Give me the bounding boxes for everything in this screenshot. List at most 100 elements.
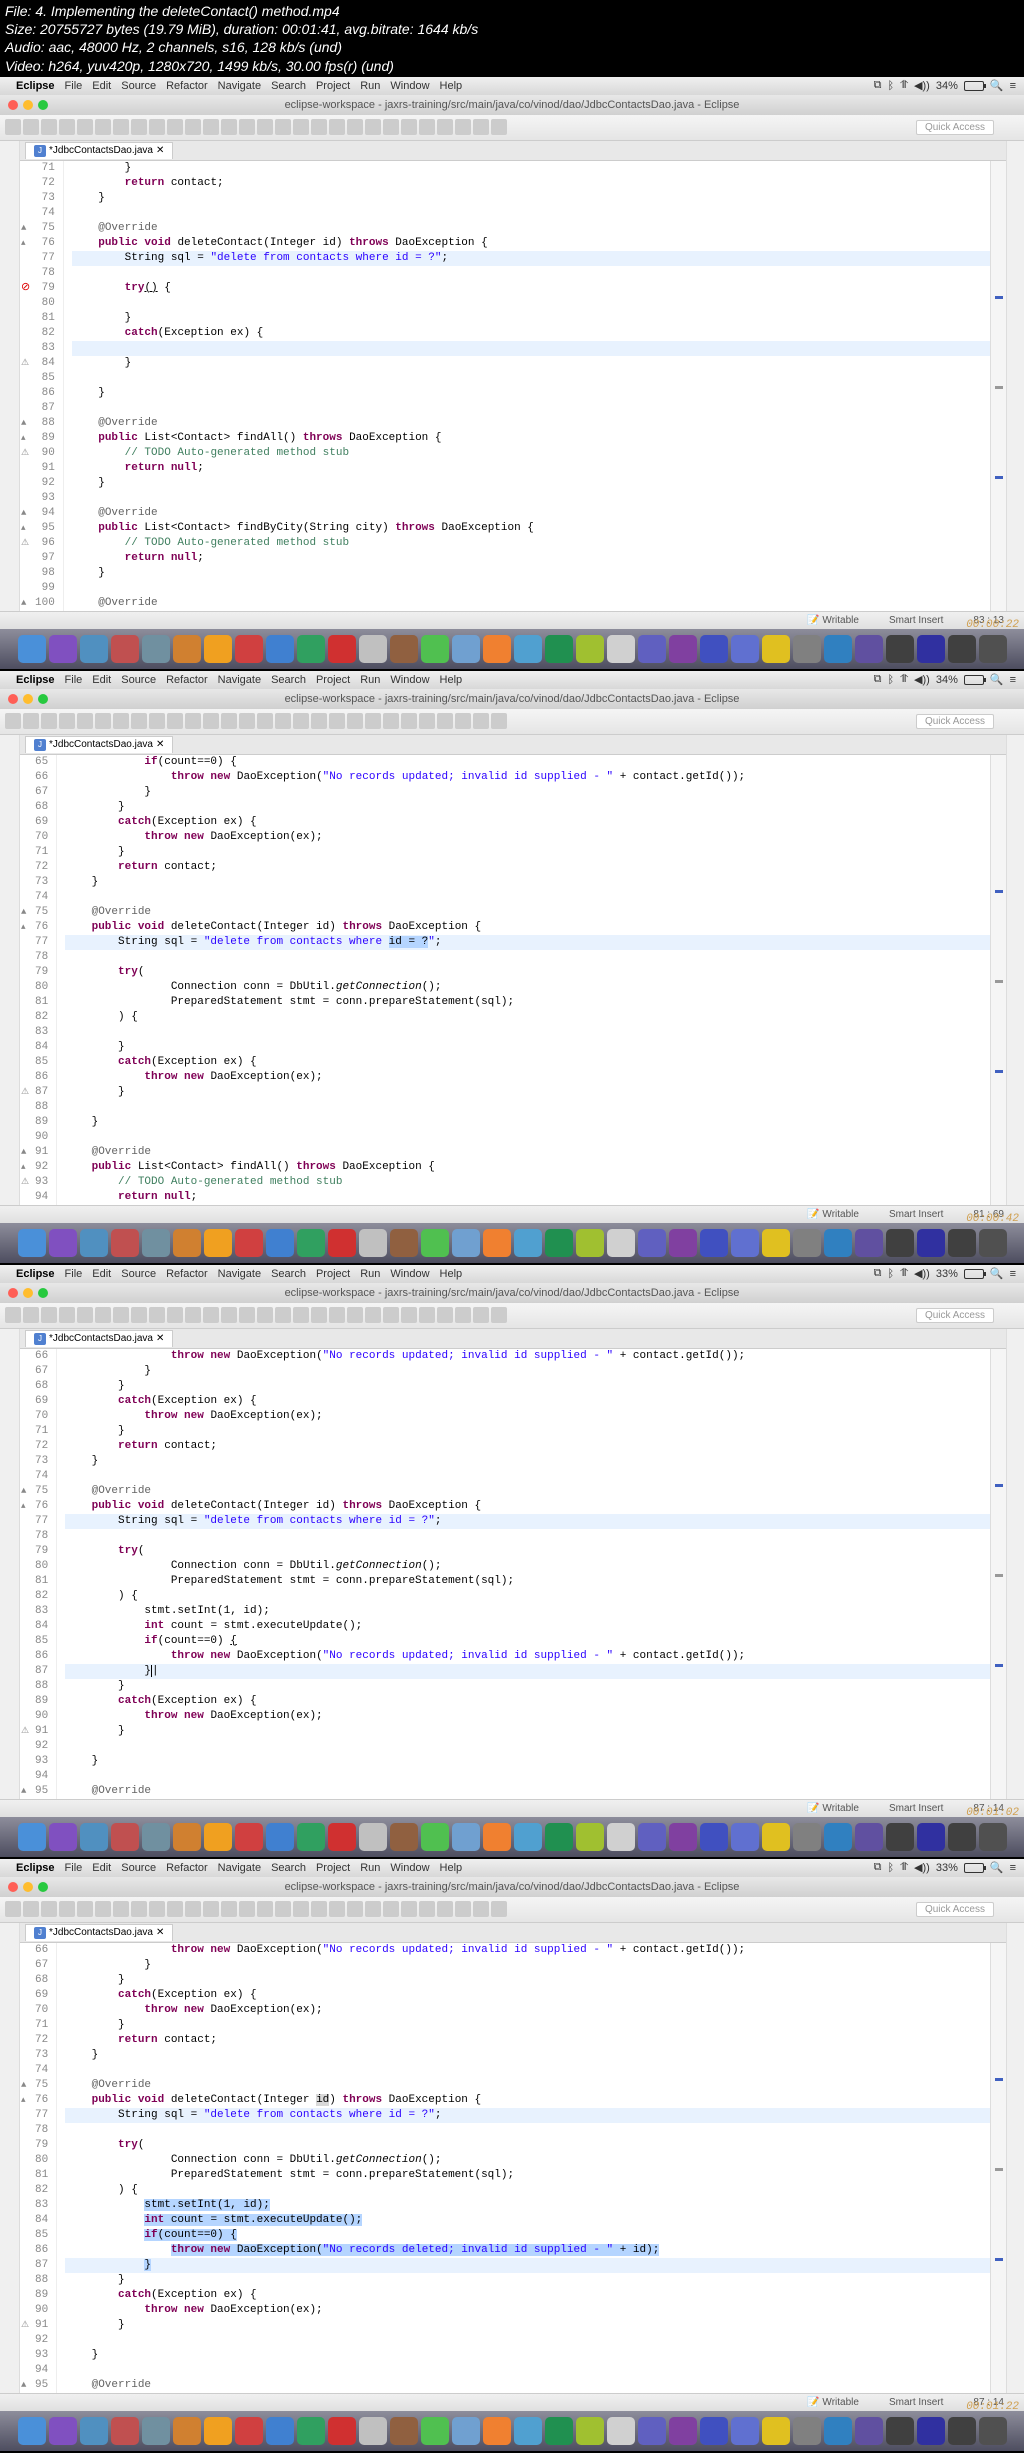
dock-app-27[interactable] xyxy=(855,635,883,663)
code-line[interactable] xyxy=(72,341,990,356)
bluetooth-icon[interactable]: ⧉ xyxy=(874,1861,882,1874)
toolbar-btn-7[interactable] xyxy=(131,1901,147,1917)
code-line[interactable] xyxy=(65,1130,990,1145)
tab-close-icon[interactable]: ✕ xyxy=(156,739,164,750)
menu-file[interactable]: File xyxy=(65,674,83,686)
minimize-icon[interactable] xyxy=(23,100,33,110)
code-line[interactable]: @Override xyxy=(65,2378,990,2393)
dock-app-5[interactable] xyxy=(173,635,201,663)
toolbar-btn-22[interactable] xyxy=(401,1307,417,1323)
dock-app-24[interactable] xyxy=(762,635,790,663)
bt-icon[interactable]: ᛒ xyxy=(887,80,894,92)
code-line[interactable]: // TODO Auto-generated method stub xyxy=(72,446,990,461)
wifi-icon[interactable]: ⥣ xyxy=(900,79,908,92)
code-line[interactable]: catch(Exception ex) { xyxy=(72,326,990,341)
toolbar-btn-16[interactable] xyxy=(293,1901,309,1917)
code-line[interactable]: } xyxy=(72,161,990,176)
code-line[interactable]: } xyxy=(65,1424,990,1439)
dock-app-14[interactable] xyxy=(452,635,480,663)
code-line[interactable]: } xyxy=(65,1958,990,1973)
toolbar-btn-4[interactable] xyxy=(77,1901,93,1917)
toolbar-btn-27[interactable] xyxy=(491,119,507,135)
toolbar-btn-25[interactable] xyxy=(455,713,471,729)
dock-app-14[interactable] xyxy=(452,2417,480,2445)
toolbar-btn-13[interactable] xyxy=(239,1307,255,1323)
toolbar-btn-18[interactable] xyxy=(329,713,345,729)
dock-app-15[interactable] xyxy=(483,1823,511,1851)
code-line[interactable] xyxy=(72,296,990,311)
code-line[interactable]: public void deleteContact(Integer id) th… xyxy=(72,236,990,251)
code-line[interactable]: String sql = "delete from contacts where… xyxy=(65,2108,990,2123)
code-line[interactable]: return null; xyxy=(65,1190,990,1205)
code-line[interactable]: return contact; xyxy=(65,1439,990,1454)
dock-app-13[interactable] xyxy=(421,635,449,663)
dock-app-0[interactable] xyxy=(18,1229,46,1257)
menu-help[interactable]: Help xyxy=(440,1862,463,1874)
dock-app-31[interactable] xyxy=(979,635,1007,663)
toolbar-btn-25[interactable] xyxy=(455,1307,471,1323)
dock-app-13[interactable] xyxy=(421,1229,449,1257)
code-line[interactable]: public void deleteContact(Integer id) th… xyxy=(65,2093,990,2108)
toolbar-btn-18[interactable] xyxy=(329,1901,345,1917)
code-line[interactable]: @Override xyxy=(65,2078,990,2093)
toolbar-btn-14[interactable] xyxy=(257,1307,273,1323)
toolbar-btn-15[interactable] xyxy=(275,119,291,135)
search-icon[interactable]: 🔍 xyxy=(990,673,1004,686)
code-line[interactable]: throw new DaoException("No records updat… xyxy=(65,1943,990,1958)
toolbar-btn-2[interactable] xyxy=(41,1307,57,1323)
menu-navigate[interactable]: Navigate xyxy=(218,1268,261,1280)
code-line[interactable]: } xyxy=(65,2048,990,2063)
dock-app-7[interactable] xyxy=(235,1229,263,1257)
toolbar-btn-16[interactable] xyxy=(293,119,309,135)
collapse-marker[interactable]: ▴ xyxy=(21,236,26,251)
code-editor[interactable]: 666768697071727374▲75▴767778798081828384… xyxy=(20,1943,1006,2393)
code-line[interactable] xyxy=(72,401,990,416)
dock-app-17[interactable] xyxy=(545,1229,573,1257)
dock-app-17[interactable] xyxy=(545,1823,573,1851)
code-line[interactable]: throw new DaoException("No records updat… xyxy=(65,1349,990,1364)
code-line[interactable]: catch(Exception ex) { xyxy=(65,1988,990,2003)
dock-app-17[interactable] xyxy=(545,635,573,663)
app-name[interactable]: Eclipse xyxy=(16,674,55,686)
code-line[interactable]: } xyxy=(65,1724,990,1739)
dock-app-6[interactable] xyxy=(204,635,232,663)
code-line[interactable]: stmt.setInt(1, id); xyxy=(65,2198,990,2213)
dock-app-20[interactable] xyxy=(638,1823,666,1851)
toolbar-btn-12[interactable] xyxy=(221,713,237,729)
menu-source[interactable]: Source xyxy=(121,1268,156,1280)
menu-search[interactable]: Search xyxy=(271,1862,306,1874)
toolbar-btn-22[interactable] xyxy=(401,713,417,729)
toolbar-btn-10[interactable] xyxy=(185,713,201,729)
collapse-marker[interactable]: ▴ xyxy=(21,920,26,935)
toolbar-btn-22[interactable] xyxy=(401,119,417,135)
quick-access-input[interactable]: Quick Access xyxy=(916,714,994,729)
dock-app-21[interactable] xyxy=(669,1229,697,1257)
menu-source[interactable]: Source xyxy=(121,1862,156,1874)
code-line[interactable]: catch(Exception ex) { xyxy=(65,1694,990,1709)
menu-window[interactable]: Window xyxy=(390,1862,429,1874)
dock-app-20[interactable] xyxy=(638,1229,666,1257)
menu-edit[interactable]: Edit xyxy=(92,1268,111,1280)
dock-app-18[interactable] xyxy=(576,1823,604,1851)
toolbar-btn-24[interactable] xyxy=(437,1307,453,1323)
dock-app-11[interactable] xyxy=(359,2417,387,2445)
toolbar-btn-4[interactable] xyxy=(77,713,93,729)
code-line[interactable]: throw new DaoException(ex); xyxy=(65,2303,990,2318)
toolbar-btn-0[interactable] xyxy=(5,119,21,135)
code-line[interactable] xyxy=(72,581,990,596)
code-line[interactable]: @Override xyxy=(72,221,990,236)
toolbar-btn-5[interactable] xyxy=(95,1307,111,1323)
code-line[interactable]: } xyxy=(72,311,990,326)
dock-app-24[interactable] xyxy=(762,1823,790,1851)
toolbar-btn-1[interactable] xyxy=(23,713,39,729)
code-line[interactable]: @Override xyxy=(72,596,990,611)
dock-app-2[interactable] xyxy=(80,1823,108,1851)
code-line[interactable]: } xyxy=(65,2018,990,2033)
toolbar-btn-27[interactable] xyxy=(491,1901,507,1917)
menu-run[interactable]: Run xyxy=(360,1268,380,1280)
toolbar-btn-3[interactable] xyxy=(59,119,75,135)
dock-app-8[interactable] xyxy=(266,635,294,663)
toolbar-btn-19[interactable] xyxy=(347,1307,363,1323)
toolbar-btn-5[interactable] xyxy=(95,1901,111,1917)
dock-app-22[interactable] xyxy=(700,635,728,663)
